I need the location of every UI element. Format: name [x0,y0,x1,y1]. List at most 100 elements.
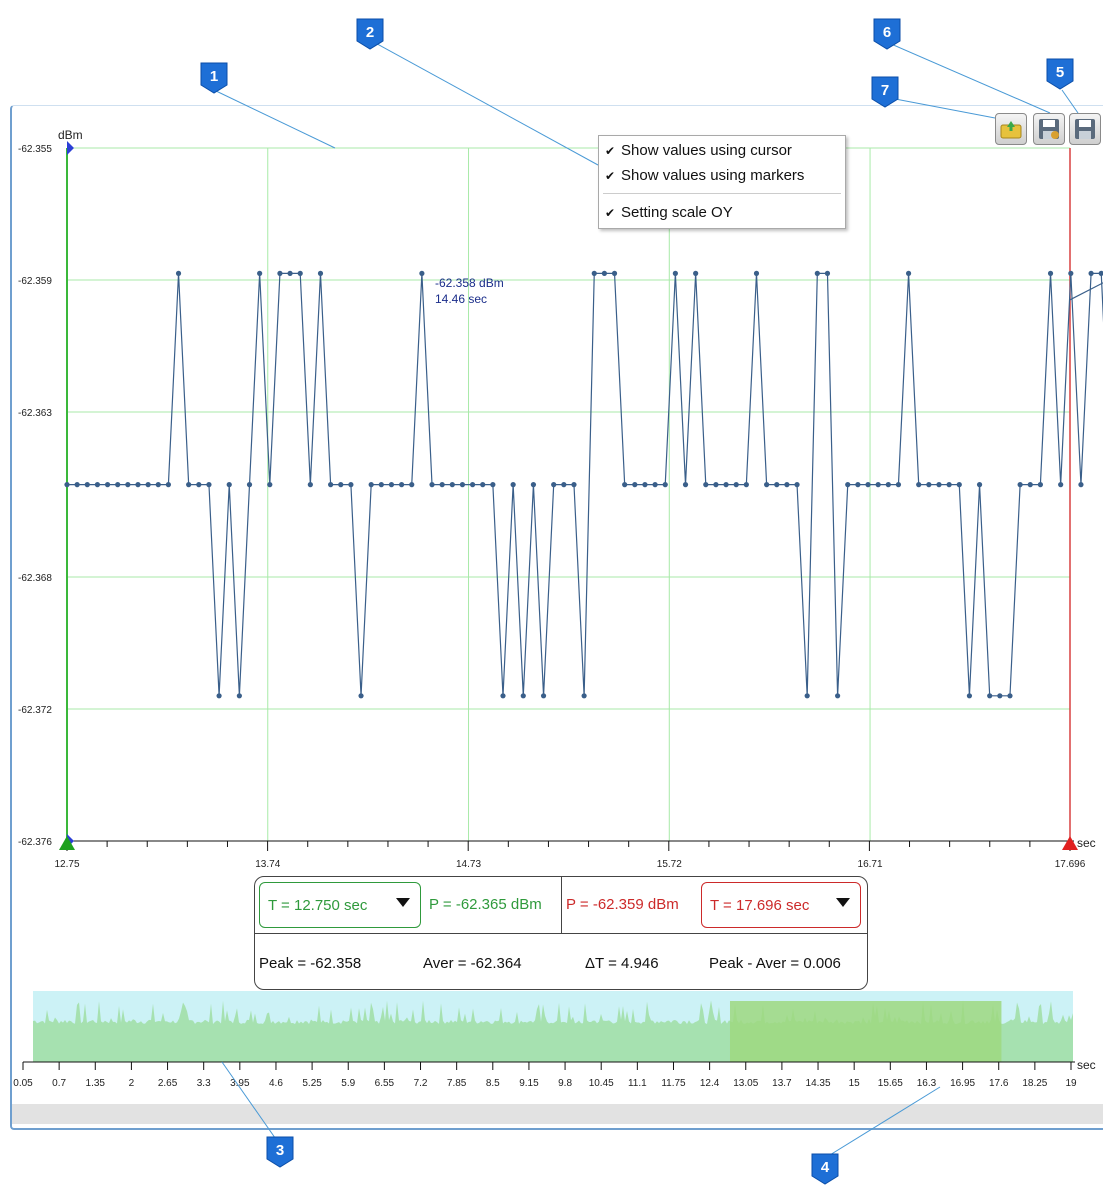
overview-tick-label: 7.2 [414,1078,428,1089]
delta-t-value: ΔT = 4.946 [585,955,659,972]
panel-divider [255,933,867,934]
data-point [1037,482,1043,488]
data-point [257,270,263,276]
cursor-time-readout: 14.46 sec [435,292,487,306]
data-point [64,482,70,488]
y-tick-label: -62.359 [18,276,52,287]
menu-item-label: Show values using markers [621,167,805,184]
data-point [581,693,587,699]
data-point [419,270,425,276]
data-point [976,482,983,488]
callout-badge-number: 4 [821,1159,830,1176]
overview-tick-label: 0.05 [13,1078,33,1089]
data-point [784,482,790,488]
overview-tick-label: 2.65 [158,1078,178,1089]
data-point [216,693,222,699]
menu-separator [603,193,841,194]
data-point [591,270,597,276]
data-point [480,482,486,488]
load-button[interactable] [995,113,1027,145]
menu-item-scale-oy[interactable]: ✔ Setting scale OY [599,201,841,225]
data-point [490,482,496,488]
overview-tick-label: 15 [849,1078,861,1089]
data-point [835,693,841,699]
callout-leader-line [824,1086,941,1159]
y-unit-label: dBm [58,128,83,142]
data-point [500,693,506,699]
overview-tick-label: 16.3 [917,1078,937,1089]
data-point [338,482,344,488]
overview-tick-label: 4.6 [269,1078,283,1089]
save-button[interactable] [1069,113,1101,145]
data-point [561,482,567,488]
data-point [1068,270,1074,276]
data-point [530,482,537,488]
menu-item-show-cursor-values[interactable]: ✔ Show values using cursor [599,139,841,163]
data-point [743,482,749,488]
data-point [378,482,384,488]
callout-leader-line [889,97,996,119]
overview-tick-label: 14.35 [806,1078,831,1089]
data-point [987,693,993,699]
menu-item-show-marker-values[interactable]: ✔ Show values using markers [599,164,841,188]
data-point [916,482,922,488]
data-point [652,482,658,488]
data-point [520,693,526,699]
data-point [155,482,161,488]
data-point [429,482,435,488]
data-point [1017,482,1023,488]
save-as-button[interactable] [1033,113,1065,145]
data-point [1047,270,1054,276]
data-point [764,482,770,488]
measurement-panel: T = 12.750 sec P = -62.365 dBm P = -62.3… [254,876,868,990]
overview-tick-label: 19 [1065,1078,1077,1089]
left-cursor-select[interactable]: T = 12.750 sec [259,882,421,928]
data-point [682,482,689,488]
overview-tick-label: 17.6 [989,1078,1009,1089]
data-point [1078,482,1084,488]
callout-badge-number: 7 [881,82,889,99]
menu-item-label: Show values using cursor [621,142,792,159]
overview-tick-label: 10.45 [589,1078,614,1089]
data-point [1058,482,1064,488]
data-point [1007,693,1013,699]
overview-selection [729,1001,1002,1062]
menu-item-label: Setting scale OY [621,204,733,221]
y-tick-label: -62.376 [18,837,52,848]
data-point [824,270,831,276]
data-point [865,482,871,488]
data-point [622,482,628,488]
data-point [713,482,719,488]
left-cursor-marker [59,836,75,850]
data-point [642,482,648,488]
data-point [1027,482,1033,488]
data-point [104,482,111,488]
data-point [571,482,577,488]
callout-badge-number: 1 [210,68,218,85]
data-point [1098,270,1103,276]
x-tick-label: 17.696 [1055,859,1086,870]
data-point [703,482,709,488]
data-point [348,482,354,488]
data-point [733,482,739,488]
data-point [875,482,881,488]
data-point [885,482,891,488]
data-point [905,270,912,276]
load-icon [1000,121,1022,139]
left-cursor-power: P = -62.365 dBm [429,896,542,913]
overview-tick-label: 0.7 [52,1078,66,1089]
overview-tick-label: 6.55 [375,1078,395,1089]
x-tick-label: 12.75 [54,859,79,870]
callout-leader-line [221,1061,281,1146]
data-point [115,482,121,488]
dropdown-arrow-icon [396,898,410,907]
y-scale-top-marker [67,141,74,155]
data-point [956,482,962,488]
data-point [297,270,303,276]
overview-strip[interactable]: 0.05 0.7 1.35 2 2.65 3.3 3.95 4.6 5.25 5.9 6.55 7.2… [13,991,1077,1089]
data-point [287,270,293,276]
peak-value: Peak = -62.358 [259,955,362,972]
right-cursor-select[interactable]: T = 17.696 sec [701,882,861,928]
data-point [328,482,334,488]
overview-tick-label: 9.8 [558,1078,572,1089]
